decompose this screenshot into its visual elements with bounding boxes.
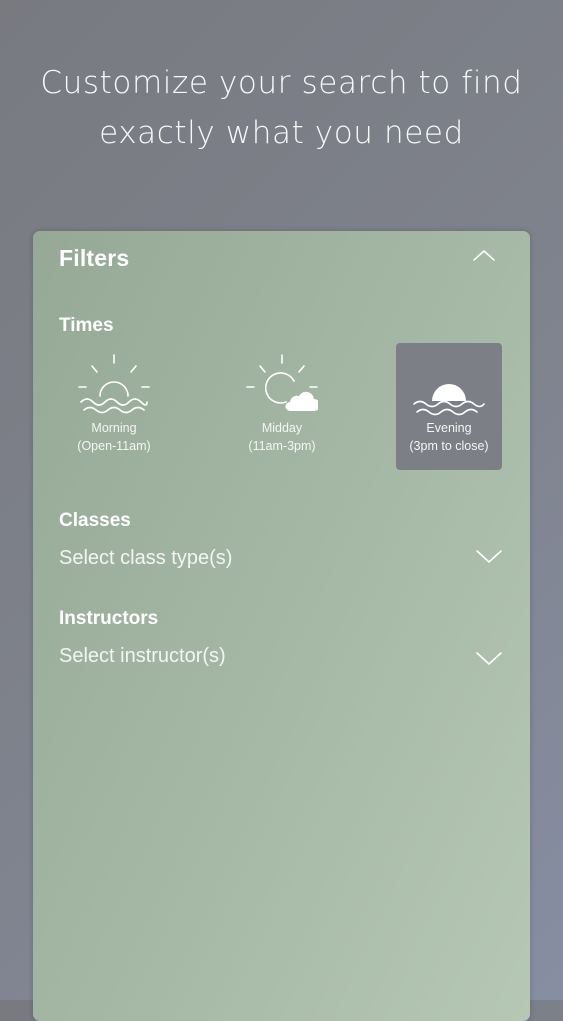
time-range-evening: (3pm to close) xyxy=(409,439,489,453)
time-option-morning[interactable]: Morning (Open-11am) xyxy=(61,343,167,470)
headline-line-1: Customize your search to find xyxy=(40,65,523,101)
classes-label: Classes xyxy=(59,510,131,531)
time-range-morning: (Open-11am) xyxy=(77,439,151,453)
class-type-select[interactable]: Select class type(s) xyxy=(59,542,505,576)
sunset-icon xyxy=(413,384,485,416)
time-option-evening[interactable]: Evening (3pm to close) xyxy=(396,343,502,470)
instructors-label: Instructors xyxy=(59,608,159,629)
time-option-midday[interactable]: Midday (11am-3pm) xyxy=(229,343,335,470)
instructor-placeholder: Select instructor(s) xyxy=(59,645,226,667)
chevron-down-icon xyxy=(476,652,502,665)
sunrise-icon xyxy=(78,354,150,414)
chevron-up-icon xyxy=(473,250,495,261)
headline-line-2: exactly what you need xyxy=(99,115,464,151)
class-type-placeholder: Select class type(s) xyxy=(59,547,233,569)
filters-title: Filters xyxy=(59,245,130,271)
time-name-midday: Midday xyxy=(261,421,303,435)
instructor-select[interactable]: Select instructor(s) xyxy=(59,640,505,674)
times-label: Times xyxy=(59,315,114,336)
time-name-evening: Evening xyxy=(426,421,472,435)
chevron-down-icon xyxy=(476,550,502,563)
filters-panel: Filters Times Morning (Open-11am) Midday… xyxy=(33,231,530,1021)
time-range-midday: (11am-3pm) xyxy=(248,439,316,453)
headline: Customize your search to find exactly wh… xyxy=(0,58,563,158)
sun-cloud-icon xyxy=(246,354,318,411)
collapse-filters-button[interactable] xyxy=(469,245,499,267)
time-name-morning: Morning xyxy=(91,421,137,435)
